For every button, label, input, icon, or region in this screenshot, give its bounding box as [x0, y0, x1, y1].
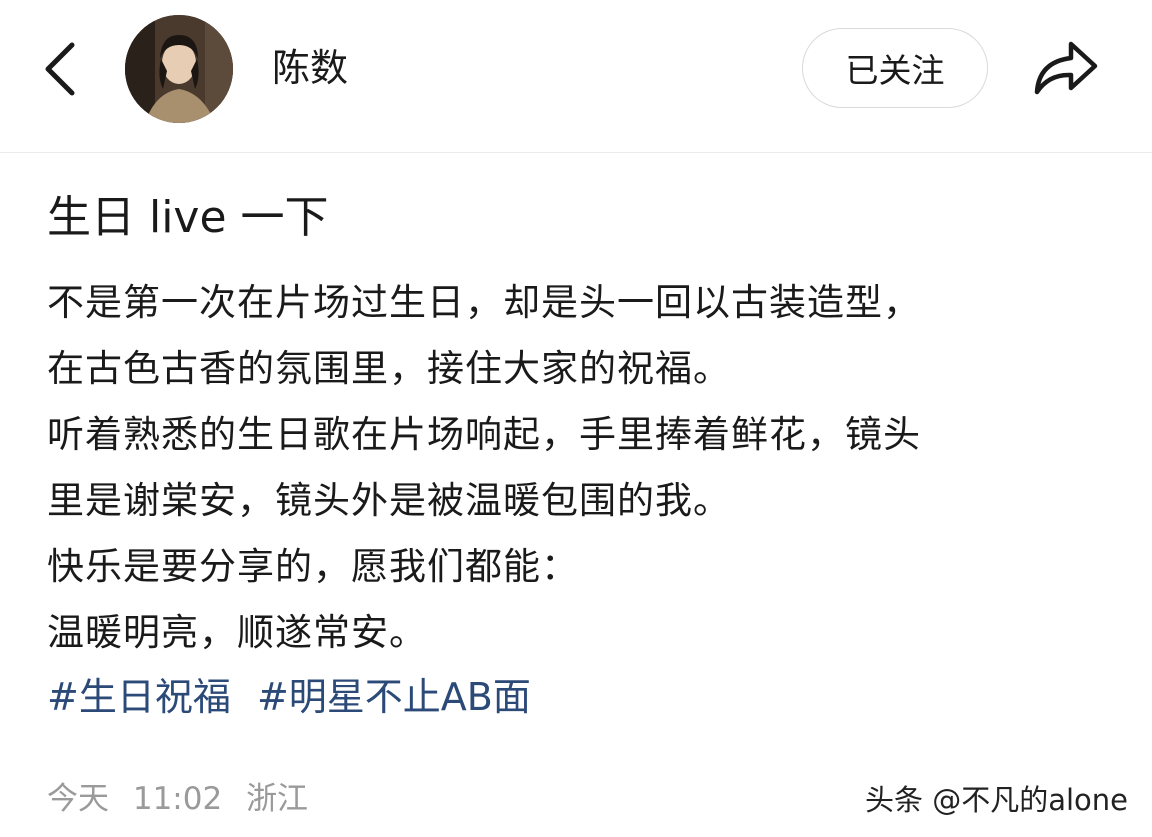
avatar-image	[125, 15, 233, 123]
follow-button[interactable]: 已关注	[802, 28, 988, 108]
post-header: 陈数 已关注	[0, 0, 1152, 153]
watermark: 头条 @不凡的alone	[864, 783, 1128, 817]
share-arrow-icon	[1034, 41, 1098, 95]
post-meta: 今天 11:02 浙江	[47, 776, 322, 822]
post-page: 陈数 已关注 生日 live 一下 不是第一次在片场过生日，却是头一回以古装造型…	[0, 0, 1152, 837]
post-line: 温暖明亮，顺遂常安。	[47, 611, 427, 654]
post-line: 在古色古香的氛围里，接住大家的祝福。	[47, 347, 731, 390]
post-date: 今天	[47, 781, 109, 817]
hashtag-list: #生日祝福 #明星不止AB面	[47, 664, 545, 730]
post-line: 里是谢棠安，镜头外是被温暖包围的我。	[47, 479, 731, 522]
hashtag-link[interactable]: #生日祝福	[47, 675, 231, 719]
hashtag-link[interactable]: #明星不止AB面	[257, 675, 531, 719]
post-body: 不是第一次在片场过生日，却是头一回以古装造型， 在古色古香的氛围里，接住大家的祝…	[47, 270, 1117, 666]
chevron-left-icon	[45, 42, 75, 96]
avatar[interactable]	[125, 15, 233, 123]
back-button[interactable]	[30, 34, 90, 104]
post-title: 生日 live 一下	[47, 192, 329, 243]
author-name[interactable]: 陈数	[272, 40, 348, 96]
post-line: 听着熟悉的生日歌在片场响起，手里捧着鲜花，镜头	[47, 413, 921, 456]
post-line: 快乐是要分享的，愿我们都能：	[47, 545, 579, 588]
post-line: 不是第一次在片场过生日，却是头一回以古装造型，	[47, 281, 921, 324]
post-time: 11:02	[132, 781, 223, 817]
post-location: 浙江	[246, 781, 309, 817]
share-button[interactable]	[1028, 32, 1104, 104]
